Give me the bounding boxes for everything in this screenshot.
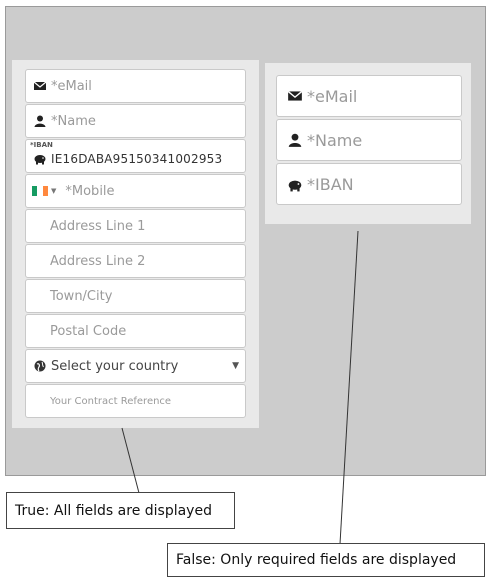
true-callout-line — [121, 427, 140, 494]
false-callout: False: Only required fields are displaye… — [167, 543, 485, 577]
true-callout: True: All fields are displayed — [6, 492, 235, 529]
false-callout-line — [339, 230, 359, 545]
